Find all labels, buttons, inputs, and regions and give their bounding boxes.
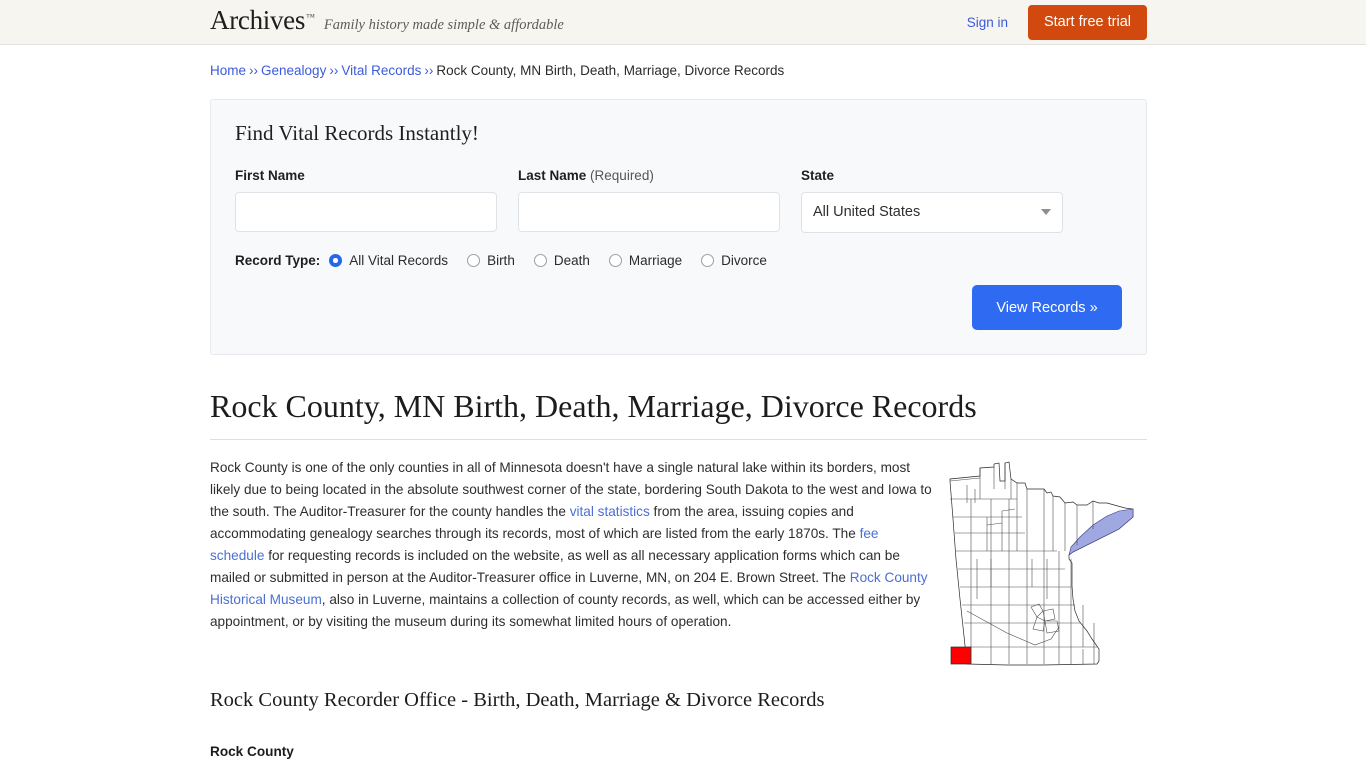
radio-label: All Vital Records bbox=[349, 253, 449, 268]
panel-actions: View Records » bbox=[235, 285, 1122, 330]
page-title: Rock County, MN Birth, Death, Marriage, … bbox=[210, 388, 977, 424]
view-records-button[interactable]: View Records » bbox=[972, 285, 1122, 330]
search-panel-title: Find Vital Records Instantly! bbox=[235, 121, 479, 145]
first-name-label: First Name bbox=[235, 168, 305, 183]
last-name-required-note: (Required) bbox=[590, 168, 654, 183]
article-body: Rock County is one of the only counties … bbox=[210, 457, 1147, 768]
breadcrumb-separator: ›› bbox=[329, 63, 339, 78]
breadcrumb-item-home[interactable]: Home bbox=[210, 63, 246, 78]
breadcrumb-separator: ›› bbox=[424, 63, 434, 78]
radio-death[interactable]: Death bbox=[533, 253, 590, 268]
site-header: Archives ™ Family history made simple & a… bbox=[0, 0, 1366, 45]
record-type-label: Record Type: bbox=[235, 253, 321, 268]
address-line-1: PO Box 509 bbox=[210, 765, 1147, 768]
last-name-label: Last Name (Required) bbox=[518, 168, 780, 183]
rock-county-highlight bbox=[950, 646, 972, 665]
recorder-office-address: Rock County PO Box 509 Luverne, MN 56156 bbox=[210, 741, 1147, 768]
radio-dot-icon bbox=[329, 254, 343, 267]
record-type-row: Record Type: All Vital Records Birth Dea… bbox=[235, 253, 1122, 268]
radio-dot-icon bbox=[608, 254, 622, 267]
radio-all-vital-records[interactable]: All Vital Records bbox=[329, 253, 448, 268]
radio-dot-icon bbox=[701, 254, 715, 267]
header-actions: Sign in Start free trial bbox=[967, 0, 1147, 45]
radio-dot-icon bbox=[533, 254, 547, 267]
search-fields-row: First Name Last Name (Required) State Al… bbox=[235, 168, 1122, 233]
start-free-trial-button[interactable]: Start free trial bbox=[1027, 5, 1147, 40]
radio-label: Marriage bbox=[628, 253, 683, 268]
vital-statistics-link[interactable]: vital statistics bbox=[570, 504, 650, 519]
breadcrumb-item-genealogy[interactable]: Genealogy bbox=[261, 63, 326, 78]
radio-label: Divorce bbox=[721, 253, 767, 268]
last-name-label-text: Last Name bbox=[518, 168, 587, 183]
trademark-symbol: ™ bbox=[306, 12, 315, 22]
radio-label: Birth bbox=[487, 253, 515, 268]
state-label: State bbox=[801, 168, 835, 183]
state-select[interactable]: All United States bbox=[801, 192, 1063, 233]
breadcrumb-item-vital-records[interactable]: Vital Records bbox=[341, 63, 421, 78]
page-container: Home ›› Genealogy ›› Vital Records ›› Rock Cou… bbox=[0, 45, 1366, 768]
minnesota-county-map bbox=[947, 459, 1147, 692]
first-name-input[interactable] bbox=[235, 192, 497, 232]
radio-birth[interactable]: Birth bbox=[467, 253, 515, 268]
radio-divorce[interactable]: Divorce bbox=[701, 253, 767, 268]
title-divider bbox=[210, 438, 1147, 440]
brand-name: Archives bbox=[210, 5, 306, 35]
breadcrumb-separator: ›› bbox=[249, 63, 259, 78]
breadcrumb-current-page: Rock County, MN Birth, Death, Marriage, … bbox=[436, 63, 785, 78]
paragraph-part-3: for requesting records is included on th… bbox=[210, 548, 900, 586]
radio-marriage[interactable]: Marriage bbox=[608, 253, 683, 268]
last-name-field-group: Last Name (Required) bbox=[518, 168, 780, 233]
site-logo[interactable]: Archives ™ Family history made simple & a… bbox=[210, 7, 564, 34]
first-name-field-group: First Name bbox=[235, 168, 497, 233]
breadcrumb: Home ›› Genealogy ›› Vital Records ›› Rock Cou… bbox=[210, 45, 1147, 80]
brand-tagline: Family history made simple & affordable bbox=[323, 17, 564, 33]
sign-in-link[interactable]: Sign in bbox=[967, 15, 1008, 30]
minnesota-map-svg bbox=[949, 461, 1134, 666]
vital-records-search-panel: Find Vital Records Instantly! First Name… bbox=[210, 99, 1147, 355]
state-select-wrapper: All United States bbox=[801, 192, 1063, 233]
radio-dot-icon bbox=[467, 254, 481, 267]
state-field-group: State All United States bbox=[801, 168, 1063, 233]
radio-label: Death bbox=[553, 253, 590, 268]
last-name-input[interactable] bbox=[518, 192, 780, 232]
address-organization-name: Rock County bbox=[210, 743, 294, 759]
